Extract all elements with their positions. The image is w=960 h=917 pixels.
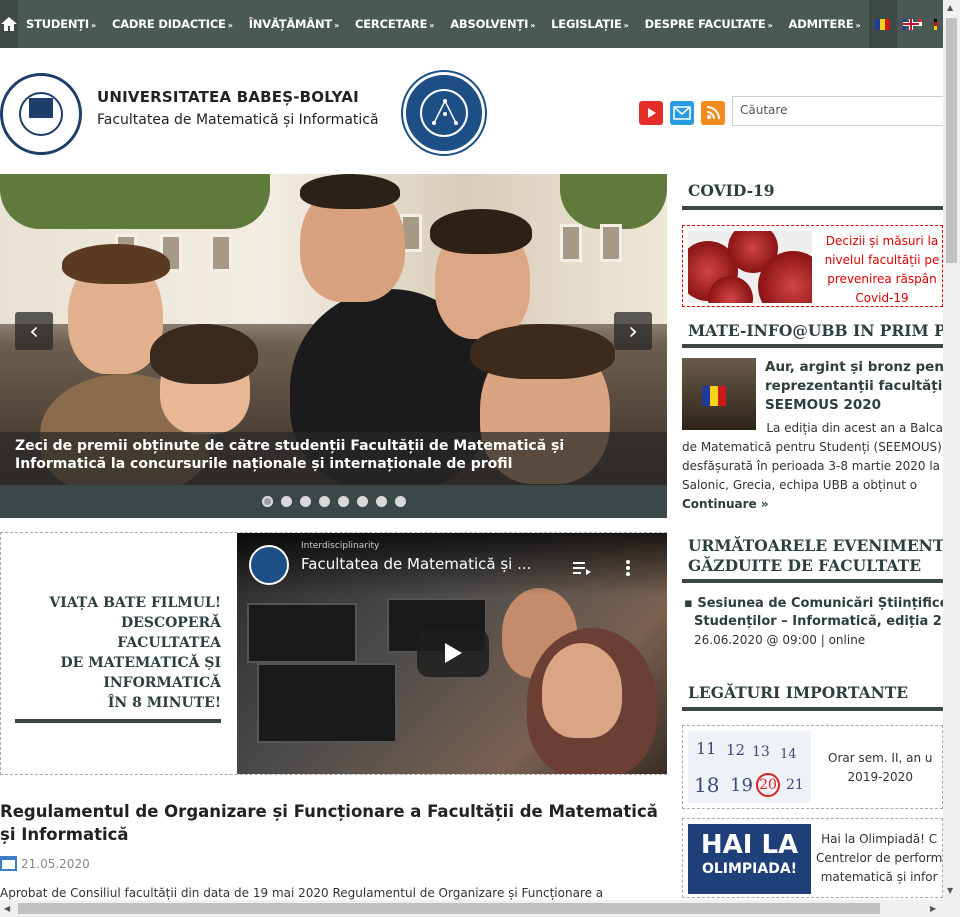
search-input[interactable]: Căutare xyxy=(732,96,943,126)
romania-flag-icon xyxy=(874,18,891,30)
rss-button[interactable] xyxy=(701,101,725,125)
chevron-right-icon: › xyxy=(628,317,638,345)
hungary-flag-icon[interactable] xyxy=(918,18,922,30)
channel-avatar[interactable] xyxy=(249,545,289,585)
slider-dot[interactable] xyxy=(299,496,311,507)
image-slider[interactable]: ‹ › Zeci de premii obținute de către stu… xyxy=(0,174,667,518)
faculty-logo[interactable] xyxy=(403,72,485,154)
nav-item-legislatie[interactable]: LEGISLAȚIE» xyxy=(543,17,636,31)
email-icon xyxy=(673,106,691,120)
event-date: 26.06.2020 @ 09:00 | online xyxy=(694,633,866,647)
nav-item-cadre-didactice[interactable]: CADRE DIDACTICE» xyxy=(104,17,241,31)
site-header: UNIVERSITATEA BABEȘ-BOLYAI Facultatea de… xyxy=(0,48,943,174)
video-channel-name: Interdisciplinarity xyxy=(301,541,380,551)
olympiad-link-text: Hai la Olimpiadă! C Centrelor de perform… xyxy=(816,832,943,884)
slider-dot[interactable] xyxy=(394,496,406,507)
virus-image xyxy=(688,231,812,303)
email-button[interactable] xyxy=(670,101,694,125)
video-promo-block: VIAȚA BATE FILMUL! DESCOPERĂ FACULTATEA … xyxy=(0,532,667,775)
germany-flag-icon[interactable] xyxy=(933,18,937,30)
nav-item-cercetare[interactable]: CERCETARE» xyxy=(347,17,442,31)
covid-heading: COVID-19 xyxy=(682,181,943,210)
main-navigation: STUDENȚI» CADRE DIDACTICE» ÎNVĂȚĂMÂNT» C… xyxy=(0,0,943,48)
scroll-up-icon[interactable]: ▲ xyxy=(947,3,953,12)
hai-la-olimpiada-logo: HAI LA OLIMPIADA! xyxy=(688,824,811,894)
olympiad-link[interactable]: HAI LA OLIMPIADA! Hai la Olimpiadă! C Ce… xyxy=(682,818,943,898)
nav-item-absolventi[interactable]: ABSOLVENȚI» xyxy=(442,17,543,31)
event-title[interactable]: ▪ Sesiunea de Comunicări Științifice Stu… xyxy=(684,595,943,631)
horizontal-scrollbar[interactable]: ◀ ▶ xyxy=(0,900,960,917)
scroll-right-icon[interactable]: ▶ xyxy=(930,904,936,913)
chevron-left-icon: ‹ xyxy=(29,317,39,345)
scroll-down-icon[interactable]: ▼ xyxy=(947,886,953,895)
vertical-scroll-thumb[interactable] xyxy=(946,18,957,263)
nav-item-invatamant[interactable]: ÎNVĂȚĂMÂNT» xyxy=(241,17,347,31)
slider-pagination xyxy=(0,485,667,518)
timetable-link[interactable]: 11 12 13 14 18 19 20 21 Orar sem. II, an… xyxy=(682,725,943,809)
slider-dot[interactable] xyxy=(261,496,273,507)
slider-dot[interactable] xyxy=(337,496,349,507)
more-options-icon[interactable] xyxy=(625,559,631,577)
uk-flag-icon[interactable] xyxy=(902,18,919,30)
slide-caption[interactable]: Zeci de premii obținute de către studenț… xyxy=(0,432,667,485)
university-name[interactable]: UNIVERSITATEA BABEȘ-BOLYAI xyxy=(97,88,359,106)
article-date: 21.05.2020 xyxy=(0,856,90,871)
article-excerpt: Aprobat de Consiliul facultății din data… xyxy=(0,886,604,900)
nav-item-studenti[interactable]: STUDENȚI» xyxy=(18,17,104,31)
calendar-icon xyxy=(0,856,17,871)
horizontal-scroll-thumb[interactable] xyxy=(18,903,880,914)
video-title[interactable]: Facultatea de Matematică și ... xyxy=(301,555,531,573)
news-excerpt: La ediția din acest an a Balca de Matema… xyxy=(682,419,943,514)
slider-dot[interactable] xyxy=(318,496,330,507)
rss-icon xyxy=(706,106,720,120)
calendar-image: 11 12 13 14 18 19 20 21 xyxy=(688,731,811,803)
slider-prev-button[interactable]: ‹ xyxy=(15,312,53,350)
youtube-icon xyxy=(648,108,656,118)
slider-next-button[interactable]: › xyxy=(614,312,652,350)
play-button[interactable] xyxy=(417,629,489,677)
scroll-left-icon[interactable]: ◀ xyxy=(4,904,10,913)
flag-ro-button[interactable] xyxy=(868,0,897,48)
youtube-button[interactable] xyxy=(639,101,663,125)
vertical-scrollbar[interactable]: ▲ ▼ xyxy=(943,0,960,900)
timetable-link-text: Orar sem. II, an u 2019-2020 xyxy=(828,751,933,784)
play-icon xyxy=(445,643,462,663)
nav-item-despre-facultate[interactable]: DESPRE FACULTATE» xyxy=(637,17,781,31)
divider xyxy=(15,719,221,723)
home-button[interactable] xyxy=(0,0,18,48)
covid-banner[interactable]: Decizii și măsuri la nivelul facultății … xyxy=(682,225,943,307)
video-promo-text: VIAȚA BATE FILMUL! DESCOPERĂ FACULTATEA … xyxy=(49,595,221,711)
links-heading: LEGĂTURI IMPORTANTE xyxy=(682,683,943,711)
faculty-name[interactable]: Facultatea de Matematică și Informatică xyxy=(97,112,379,128)
nav-item-admitere[interactable]: ADMITERE» xyxy=(781,17,869,31)
news-title[interactable]: Aur, argint și bronz pent reprezentanții… xyxy=(765,358,945,415)
slider-dot[interactable] xyxy=(375,496,387,507)
events-heading: URMĂTOARELE EVENIMENTE GĂZDUITE DE FACUL… xyxy=(682,535,943,583)
ubb-logo[interactable] xyxy=(0,73,82,155)
continue-link[interactable]: Continuare » xyxy=(682,495,943,514)
news-heading: MATE-INFO@UBB IN PRIM PL xyxy=(682,321,943,348)
playlist-icon[interactable] xyxy=(573,561,591,575)
covid-banner-text: Decizii și măsuri la nivelul facultății … xyxy=(824,234,940,305)
slider-dot[interactable] xyxy=(280,496,292,507)
youtube-video-player[interactable]: Interdisciplinarity Facultatea de Matema… xyxy=(237,533,667,774)
home-icon xyxy=(1,17,17,31)
slider-dot[interactable] xyxy=(356,496,368,507)
article-title[interactable]: Regulamentul de Organizare și Funcționar… xyxy=(0,800,667,846)
